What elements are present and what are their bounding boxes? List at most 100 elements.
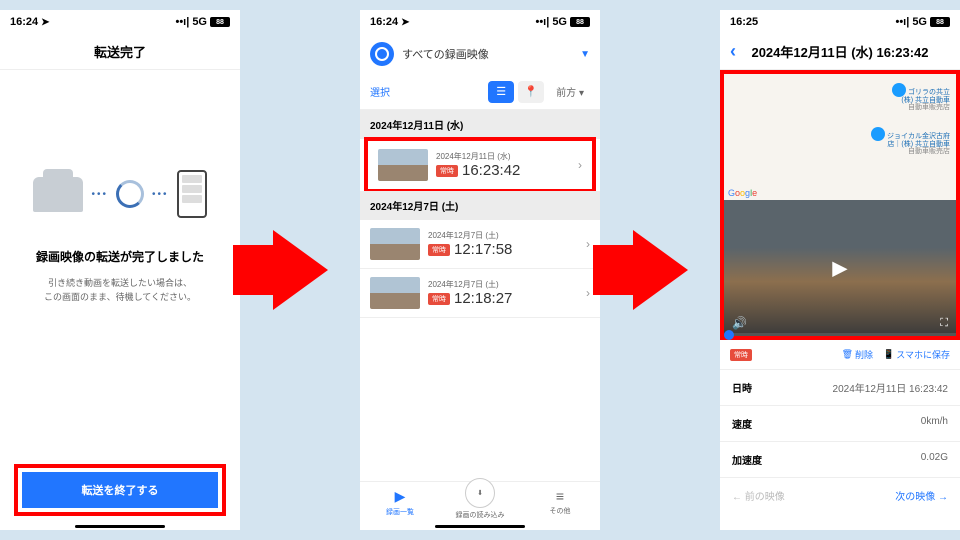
screen-recording-detail: 16:25 ••ı|5G88 ‹ 2024年12月11日 (水) 16:23:4… [720,10,960,530]
recording-badge: 常時 [730,349,752,361]
select-button[interactable]: 選択 [370,84,390,99]
clock: 16:25 [730,16,758,28]
map-poi[interactable]: ジョイカル金沢古府店｜(株) 共立自動車自動車販売店 [871,124,950,156]
tab-import[interactable]: ⬇録画の読み込み [440,488,520,520]
car-icon [33,177,83,212]
status-bar: 16:24➤ ••ı|5G88 [0,10,240,34]
play-icon: ▶ [395,488,406,505]
pin-icon [892,83,906,97]
row-key: 日時 [732,380,752,395]
thumbnail [370,277,420,309]
end-transfer-button[interactable]: 転送を終了する [22,472,218,508]
screen-recording-list: 16:24➤ ••ı|5G88 すべての録画映像 ▼ 選択 ☰ 📍 前方 ▾ 2… [360,10,600,530]
detail-header: ‹ 2024年12月11日 (水) 16:23:42 [720,34,960,70]
row-value: 0.02G [921,452,948,467]
filter-label: すべての録画映像 [402,46,572,62]
item-time: 常時16:23:42 [436,162,570,179]
prev-video-button[interactable]: ← 前の映像 [732,488,785,503]
row-key: 加速度 [732,452,762,467]
delete-button[interactable]: 🗑削除 [842,348,873,361]
tab-list[interactable]: ▶録画一覧 [360,488,440,520]
save-button[interactable]: 📱スマホに保存 [883,348,950,361]
chevron-right-icon: › [586,286,590,300]
item-date: 2024年12月7日 (土) [428,230,578,241]
pin-icon [871,127,885,141]
signal-icon: ••ı| [175,16,189,28]
phone-save-icon: 📱 [883,349,894,360]
chevron-right-icon: › [578,158,582,172]
direction-dropdown[interactable]: 前方 ▾ [550,82,590,101]
camera-icon [370,42,394,66]
signal-icon: ••ı| [535,16,549,28]
arrow-icon [273,230,328,310]
date-header: 2024年12月11日 (水) [360,110,600,139]
item-time: 常時12:18:27 [428,290,578,307]
sync-icon [116,180,144,208]
row-value: 2024年12月11日 16:23:42 [833,380,948,395]
instruction-text: 引き続き動画を転送したい場合は、この画面のまま、待機してください。 [44,277,196,304]
detail-row: 速度 0km/h [720,406,960,442]
status-bar: 16:25 ••ı|5G88 [720,10,960,34]
map-view[interactable]: ゴリラの共立(株) 共立自動車自動車販売店 ジョイカル金沢古府店｜(株) 共立自… [720,70,960,200]
volume-button[interactable]: 🔊 [732,316,747,330]
location-icon: ➤ [401,17,409,28]
map-poi[interactable]: ゴリラの共立(株) 共立自動車自動車販売店 [892,80,950,112]
row-key: 速度 [732,416,752,431]
recording-item[interactable]: 2024年12月11日 (水)常時16:23:42 › [364,137,596,193]
transfer-graphic: ••• ••• [33,170,206,218]
thumbnail [370,228,420,260]
network: 5G [192,16,207,28]
filter-dropdown[interactable]: すべての録画映像 ▼ [360,34,600,74]
home-indicator[interactable] [75,525,165,528]
detail-table: 日時 2024年12月11日 16:23:42 速度 0km/h 加速度 0.02G [720,370,960,478]
menu-icon: ≡ [556,488,564,504]
list-view-button[interactable]: ☰ [488,81,514,103]
tab-bar: ▶録画一覧 ⬇録画の読み込み ≡その他 [360,481,600,520]
status-bar: 16:24➤ ••ı|5G88 [360,10,600,34]
download-icon: ⬇ [465,478,495,508]
badge: 常時 [428,293,450,305]
view-segment: ☰ 📍 [488,81,544,103]
dots-icon: ••• [152,189,169,200]
chevron-right-icon: › [586,237,590,251]
network: 5G [912,16,927,28]
badge: 常時 [428,244,450,256]
chevron-down-icon: ▼ [580,49,590,60]
progress-handle[interactable] [724,330,734,340]
back-button[interactable]: ‹ [730,41,736,62]
home-indicator[interactable] [435,525,525,528]
tab-other[interactable]: ≡その他 [520,488,600,520]
detail-row: 日時 2024年12月11日 16:23:42 [720,370,960,406]
dots-icon: ••• [91,189,108,200]
play-button[interactable]: ▶ [832,256,847,281]
progress-bar[interactable] [724,333,956,336]
fullscreen-button[interactable]: ⛶ [940,317,948,330]
video-player[interactable]: ▶ 🔊 ⛶ [720,200,960,340]
battery-icon: 88 [930,17,950,27]
page-title: 転送完了 [0,34,240,70]
battery-icon: 88 [210,17,230,27]
google-logo: Google [728,188,757,198]
row-value: 0km/h [921,416,948,431]
screen-transfer-complete: 16:24➤ ••ı|5G88 転送完了 ••• ••• 録画映像の転送が完了し… [0,10,240,530]
map-view-button[interactable]: 📍 [518,81,544,103]
date-header: 2024年12月7日 (土) [360,191,600,220]
location-icon: ➤ [41,17,49,28]
battery-icon: 88 [570,17,590,27]
clock: 16:24 [10,16,38,28]
recording-item[interactable]: 2024年12月7日 (土)常時12:17:58› [360,220,600,269]
detail-row: 加速度 0.02G [720,442,960,478]
network: 5G [552,16,567,28]
next-video-button[interactable]: 次の映像 → [895,488,948,503]
item-date: 2024年12月7日 (土) [428,279,578,290]
highlight-box: 転送を終了する [14,464,226,516]
arrow-icon [633,230,688,310]
item-date: 2024年12月11日 (水) [436,151,570,162]
complete-message: 録画映像の転送が完了しました [36,248,204,265]
signal-icon: ••ı| [895,16,909,28]
badge: 常時 [436,165,458,177]
trash-icon: 🗑 [842,349,853,360]
detail-title: 2024年12月11日 (水) 16:23:42 [751,42,928,61]
recording-item[interactable]: 2024年12月7日 (土)常時12:18:27 › [360,269,600,318]
phone-icon [177,170,207,218]
